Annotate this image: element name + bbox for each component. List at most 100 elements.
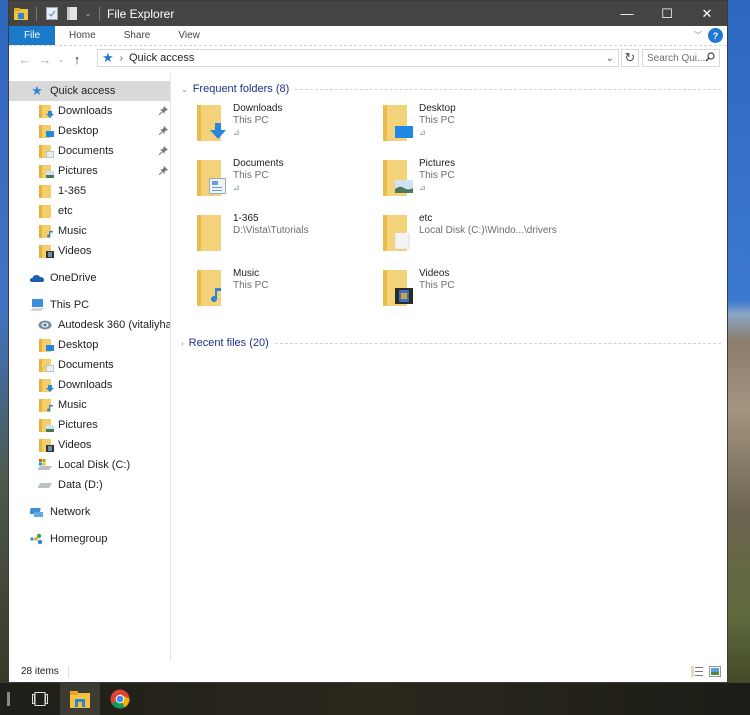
customize-toolbar-chevron-icon[interactable]: ⌄ (84, 6, 92, 22)
nav-network[interactable]: Network (9, 502, 170, 522)
tab-view[interactable]: View (164, 26, 214, 45)
forward-button[interactable]: → (35, 52, 55, 67)
folder-tile-downloads[interactable]: Downloads This PC ⊿ (197, 103, 377, 147)
refresh-button[interactable]: ↻ (621, 49, 639, 67)
taskbar-file-explorer[interactable] (60, 683, 100, 715)
pinned-icon: ⊿ (233, 183, 240, 192)
nav-item-videos[interactable]: Videos (9, 241, 170, 261)
folder-location: This PC (419, 280, 455, 291)
tab-share[interactable]: Share (110, 26, 165, 45)
folder-location: Local Disk (C:)\Windo...\drivers (419, 225, 557, 236)
group-header-label: Frequent folders (8) (192, 83, 290, 95)
documents-folder-icon (37, 144, 54, 158)
search-icon[interactable] (705, 51, 715, 65)
group-header-recent-files[interactable]: › Recent files (20) (181, 337, 721, 349)
breadcrumb-chevron-icon[interactable]: › (120, 53, 123, 64)
folder-icon (37, 204, 53, 218)
back-button[interactable]: ← (15, 52, 35, 67)
search-placeholder: Search Qui... (647, 52, 706, 64)
autodesk-360-icon (37, 318, 53, 332)
nav-item-desktop[interactable]: Desktop (9, 121, 170, 141)
folder-tile-pictures[interactable]: Pictures This PC ⊿ (383, 158, 563, 202)
cortana-partial[interactable] (0, 683, 20, 715)
nav-onedrive[interactable]: OneDrive (9, 268, 170, 288)
nav-item-etc[interactable]: etc (9, 201, 170, 221)
minimize-button[interactable]: — (607, 1, 647, 26)
tab-home[interactable]: Home (55, 26, 110, 45)
nav-label: Pictures (58, 419, 98, 431)
large-icons-view-icon[interactable] (709, 666, 721, 677)
this-pc-icon (29, 298, 45, 312)
taskbar-chrome[interactable] (100, 683, 140, 715)
expand-ribbon-icon[interactable]: ﹀ (694, 30, 702, 41)
address-field[interactable]: ★ › Quick access ⌄ (97, 49, 619, 67)
group-header-frequent-folders[interactable]: ⌄ Frequent folders (8) (181, 83, 721, 95)
properties-icon[interactable] (44, 6, 60, 22)
toolbar-separator (36, 6, 37, 21)
nav-item-data-d[interactable]: Data (D:) (9, 475, 170, 495)
nav-item-autodesk-360-vitaliyhavryl[interactable]: Autodesk 360 (vitaliyhavryl (9, 315, 170, 335)
close-button[interactable]: ✕ (687, 1, 727, 26)
nav-label: Pictures (58, 165, 98, 177)
nav-label: Network (50, 506, 91, 518)
nav-label: Music (58, 225, 87, 237)
nav-item-desktop[interactable]: Desktop (9, 335, 170, 355)
nav-item-music[interactable]: Music (9, 221, 170, 241)
pin-icon[interactable] (158, 145, 168, 157)
nav-label: Homegroup (50, 533, 108, 545)
pin-icon[interactable] (158, 165, 168, 177)
expand-chevron-icon[interactable]: › (181, 339, 184, 348)
nav-item-videos[interactable]: Videos (9, 435, 170, 455)
nav-this-pc[interactable]: This PC (9, 295, 170, 315)
nav-quick-access[interactable]: ★ Quick access (9, 81, 170, 101)
nav-item-music[interactable]: Music (9, 395, 170, 415)
maximize-button[interactable]: ☐ (647, 1, 687, 26)
pin-icon[interactable] (158, 125, 168, 137)
task-view-button[interactable] (20, 683, 60, 715)
folder-tile-etc[interactable]: etc Local Disk (C:)\Windo...\drivers (383, 213, 563, 257)
local-disk-icon (37, 458, 53, 472)
folder-name: Downloads (233, 103, 283, 114)
folder-tile-videos[interactable]: Videos This PC (383, 268, 563, 312)
nav-label: 1-365 (58, 185, 87, 197)
downloads-folder-icon (197, 105, 226, 141)
desktop-folder-icon (37, 338, 54, 352)
nav-item-documents[interactable]: Documents (9, 355, 170, 375)
folder-tile-desktop[interactable]: Desktop This PC ⊿ (383, 103, 563, 147)
nav-label: Quick access (50, 85, 116, 97)
nav-item-pictures[interactable]: Pictures (9, 161, 170, 181)
search-input[interactable]: Search Qui... (642, 49, 720, 67)
nav-label: This PC (50, 299, 90, 311)
folder-tile-music[interactable]: Music This PC (197, 268, 377, 312)
pin-icon[interactable] (158, 105, 168, 117)
tab-file[interactable]: File (9, 26, 55, 45)
nav-item-downloads[interactable]: Downloads (9, 101, 170, 121)
help-icon[interactable]: ? (708, 28, 723, 43)
nav-item-documents[interactable]: Documents (9, 141, 170, 161)
music-folder-icon (197, 270, 225, 306)
recent-locations-button[interactable]: ⌄ (55, 55, 67, 64)
new-folder-icon[interactable] (64, 6, 80, 22)
breadcrumb-quick-access[interactable]: Quick access (129, 52, 194, 64)
downloads-folder-icon (37, 378, 54, 392)
folder-name: 1-365 (233, 213, 259, 224)
nav-item-downloads[interactable]: Downloads (9, 375, 170, 395)
content-pane: ⌄ Frequent folders (8) Downloads This PC ⊿… (171, 73, 727, 661)
network-icon (29, 505, 45, 519)
collapse-chevron-icon[interactable]: ⌄ (181, 85, 188, 94)
details-view-icon[interactable] (691, 666, 703, 677)
nav-item-1-365[interactable]: 1-365 (9, 181, 170, 201)
address-dropdown-icon[interactable]: ⌄ (606, 53, 614, 64)
navigation-pane: ★ Quick access Downloads Desktop Documents… (9, 73, 171, 661)
title-bar: ⌄ File Explorer — ☐ ✕ (9, 1, 727, 26)
nav-item-pictures[interactable]: Pictures (9, 415, 170, 435)
folder-icon (37, 184, 53, 198)
up-button[interactable]: ↑ (67, 52, 87, 67)
nav-item-local-disk-c[interactable]: Local Disk (C:) (9, 455, 170, 475)
folder-tile-1-365[interactable]: 1-365 D:\Vista\Tutorials (197, 213, 377, 257)
folder-tile-documents[interactable]: Documents This PC ⊿ (197, 158, 377, 202)
nav-homegroup[interactable]: Homegroup (9, 529, 170, 549)
plain-folder-icon (197, 215, 225, 251)
videos-folder-icon (37, 438, 54, 452)
pinned-icon: ⊿ (419, 183, 426, 192)
